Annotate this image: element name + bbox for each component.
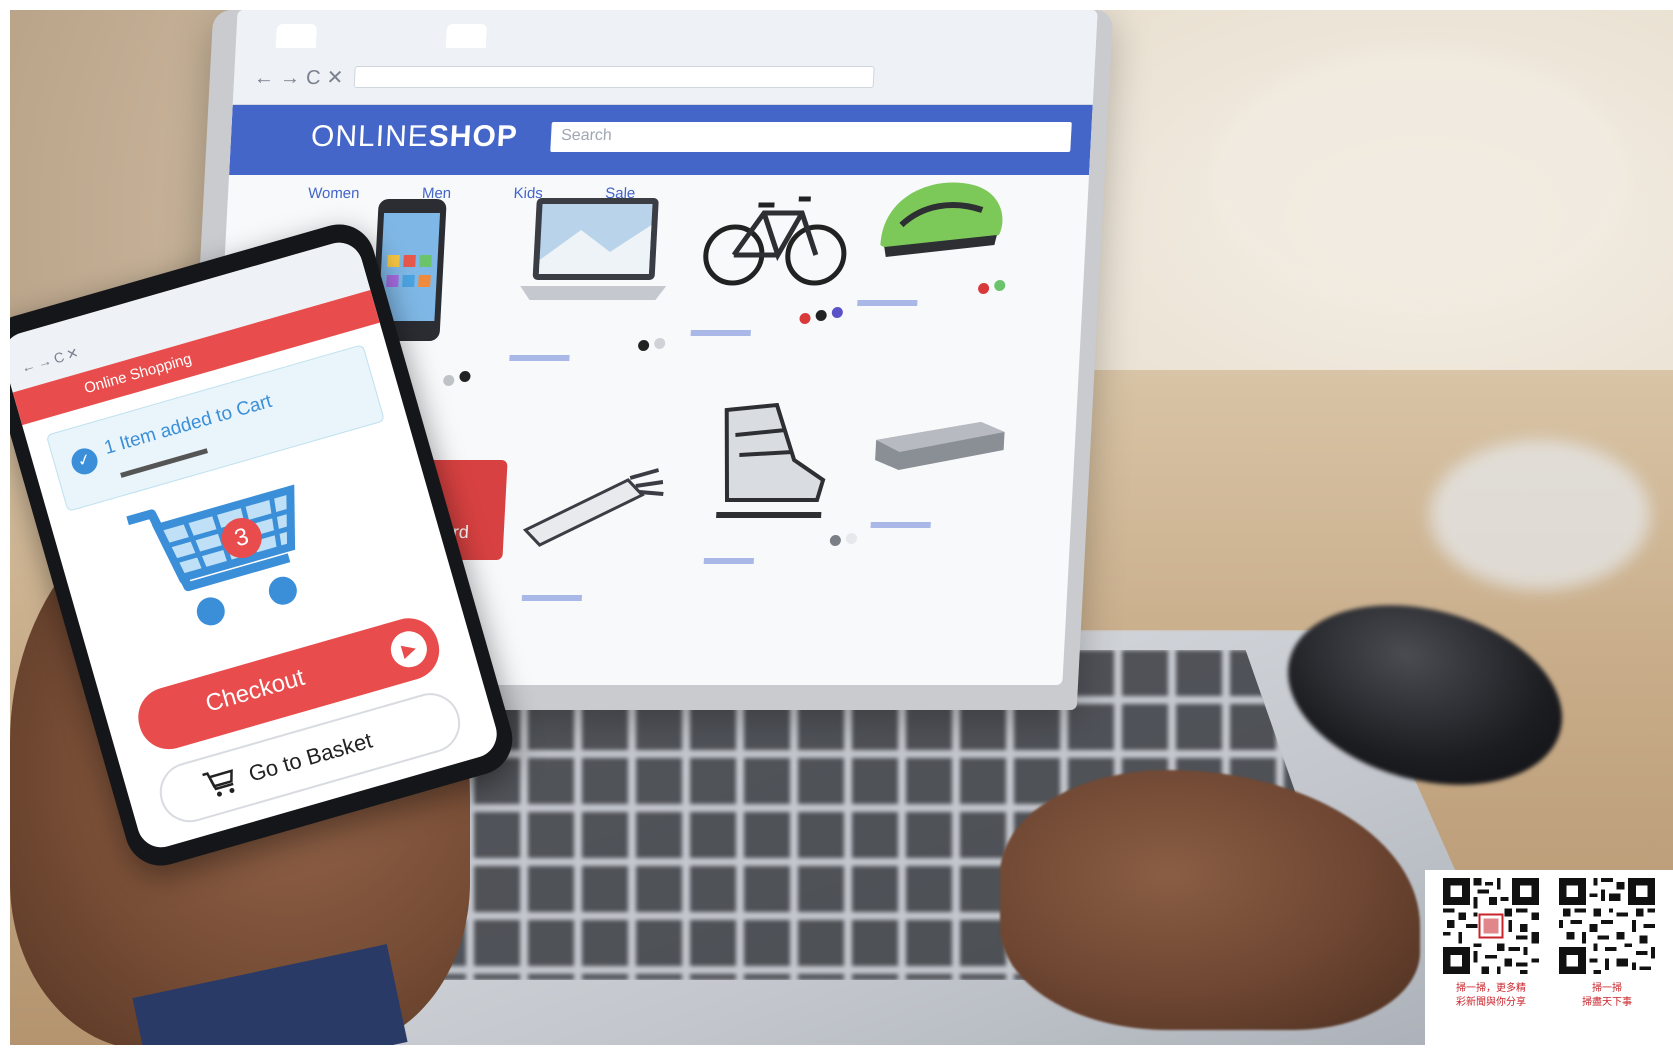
laptop-browser-bar: ←→C✕	[232, 10, 1098, 105]
color-swatch-black[interactable]	[637, 340, 650, 351]
check-icon: ✓	[68, 445, 101, 478]
color-swatch-red[interactable]	[799, 313, 811, 324]
color-swatch-silver[interactable]	[442, 375, 455, 386]
helmet-icon	[880, 182, 1003, 257]
product-caption-line	[703, 558, 754, 564]
color-swatch-purple[interactable]	[831, 307, 844, 318]
bicycle-icon	[703, 196, 847, 286]
checkout-label: Checkout	[202, 663, 308, 718]
browser-tab[interactable]	[275, 24, 317, 48]
product-bicycle[interactable]	[692, 160, 860, 310]
skates-icon	[716, 402, 826, 518]
color-swatch-white[interactable]	[845, 533, 858, 544]
product-caption-line	[857, 300, 918, 306]
qr-caption-right-text: 掃一掃 掃盡天下事	[1582, 983, 1632, 1008]
qr-caption-left: 掃一掃，更多精 彩新聞與你分享	[1433, 982, 1549, 1010]
added-title: 1 Item added to Cart	[101, 390, 275, 459]
basket-label: Go to Basket	[245, 727, 375, 787]
background-light	[1210, 50, 1630, 310]
product-caption-line	[509, 355, 570, 361]
color-swatch-black[interactable]	[815, 310, 827, 321]
logo-bold-text: SHOP	[427, 120, 519, 153]
shopping-cart-icon	[126, 484, 297, 626]
qr-caption-right: 掃一掃 掃盡天下事	[1555, 982, 1659, 1010]
address-field[interactable]	[353, 66, 875, 88]
qr-code-right[interactable]	[1559, 878, 1655, 974]
product-caption-line	[521, 595, 583, 601]
router-icon	[875, 422, 1005, 470]
browser-nav-icons[interactable]: ←→C✕	[253, 65, 350, 90]
qr-caption-left-text: 掃一掃，更多精 彩新聞與你分享	[1456, 983, 1526, 1008]
shop-logo[interactable]: ONLINESHOP	[310, 120, 519, 154]
color-swatch-gray[interactable]	[829, 535, 842, 546]
product-golf-club-set[interactable]	[508, 430, 676, 580]
color-swatch-black[interactable]	[459, 371, 471, 382]
browser-tab[interactable]	[445, 24, 487, 48]
golf-bag-icon	[522, 468, 664, 547]
laptop-product-icon	[520, 198, 667, 300]
order-subtotal-line	[120, 448, 209, 478]
basket-cart-icon	[202, 769, 235, 797]
product-helmet[interactable]	[863, 140, 1021, 290]
product-caption-line	[870, 522, 931, 528]
product-ice-skates[interactable]	[690, 385, 848, 535]
qr-code-panel: 掃一掃，更多精 彩新聞與你分享 掃一掃 掃盡天下事	[1425, 870, 1673, 1049]
play-arrow-icon: ▶	[386, 626, 432, 672]
qr-code-left[interactable]	[1443, 878, 1539, 974]
product-laptop[interactable]	[506, 180, 684, 330]
phone-browser-controls[interactable]: ←→C✕	[19, 343, 83, 376]
glasses-blur	[1430, 440, 1650, 590]
product-caption-line	[690, 330, 751, 336]
logo-light-text: ONLINE	[310, 120, 430, 153]
photo-scene: ←→C✕ ONLINESHOP Search Women Men Kids Sa…	[10, 10, 1673, 1045]
color-swatch-red[interactable]	[977, 283, 990, 294]
product-router[interactable]	[861, 370, 1019, 520]
color-swatch-silver[interactable]	[653, 338, 666, 349]
